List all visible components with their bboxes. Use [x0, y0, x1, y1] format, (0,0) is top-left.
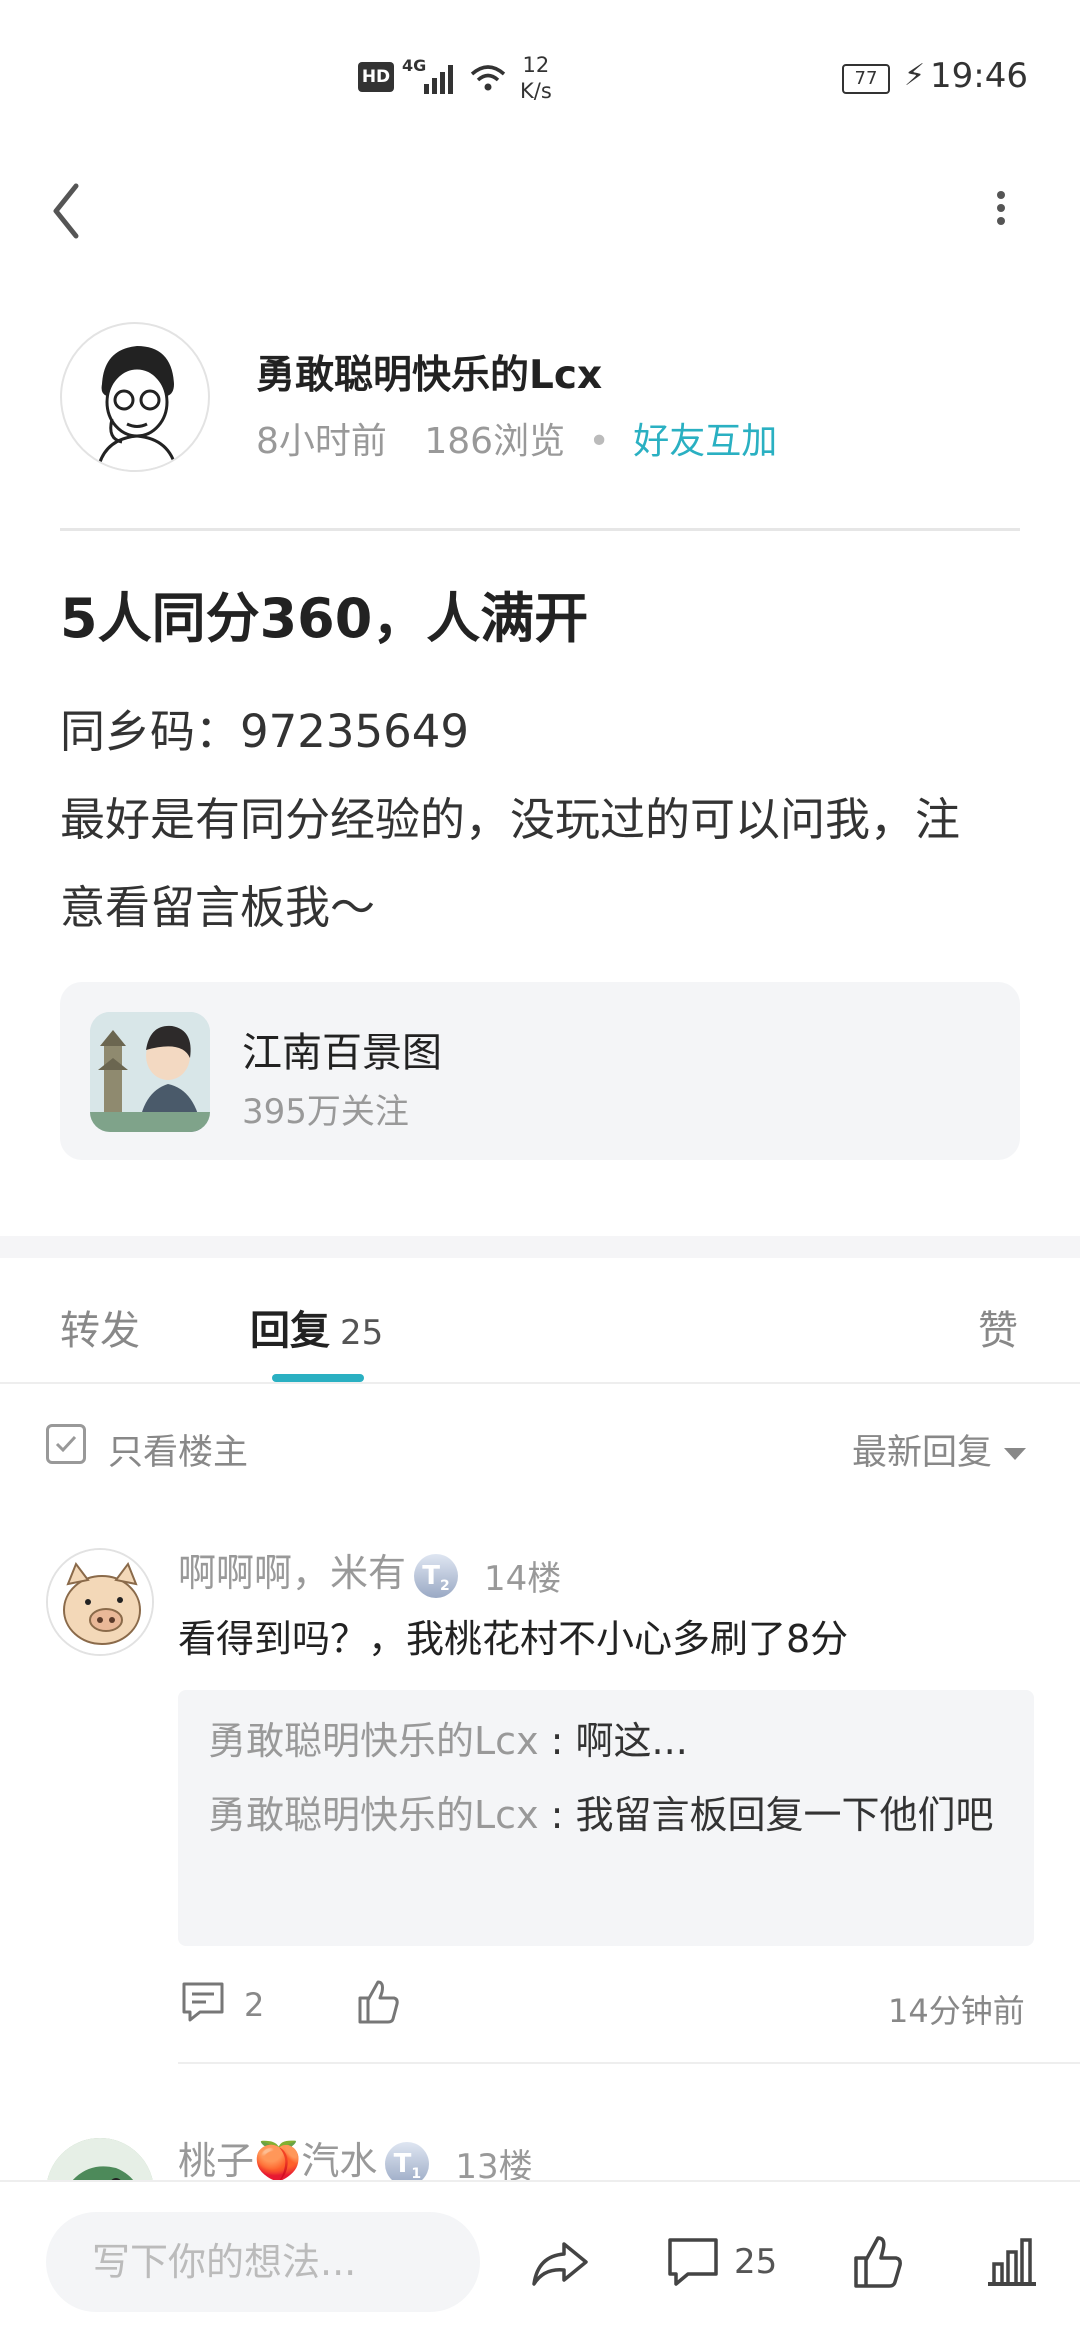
only-owner-checkbox[interactable]	[46, 1424, 86, 1464]
share-icon[interactable]	[530, 2238, 590, 2290]
sub-reply-text: 我留言板回复一下他们吧	[575, 1793, 994, 1837]
charging-icon: ⚡	[904, 58, 926, 93]
tab-reply-label: 回复	[250, 1308, 330, 1354]
commenter-name[interactable]: 啊啊啊，米有	[178, 1551, 406, 1595]
comment-reply-icon[interactable]	[180, 1980, 226, 2024]
commenter-name[interactable]: 桃子🍑汽水	[178, 2139, 377, 2183]
topic-card[interactable]: 江南百景图 395万关注	[60, 982, 1020, 1160]
thumbs-up-icon[interactable]	[850, 2234, 904, 2290]
sub-reply-user[interactable]: 勇敢聪明快乐的Lcx	[208, 1793, 539, 1837]
sub-replies[interactable]: 勇敢聪明快乐的Lcx : 啊这... 勇敢聪明快乐的Lcx : 我留言板回复一下…	[178, 1690, 1034, 1946]
bottom-action-bar: 写下你的想法... 25	[0, 2180, 1080, 2340]
post-time: 8小时前	[256, 421, 387, 462]
status-bar: HD 4G 12 K/s 77 ⚡ 19:46	[0, 0, 1080, 150]
wifi-icon	[470, 65, 506, 91]
signal-icon	[424, 65, 453, 94]
topic-followers: 395万关注	[242, 1092, 409, 1132]
back-arrow-icon[interactable]	[42, 176, 92, 246]
level-badge-icon: T1	[385, 2141, 430, 2186]
sub-reply: 勇敢聪明快乐的Lcx : 我留言板回复一下他们吧	[208, 1793, 994, 1837]
post-meta: 8小时前 186浏览 • 好友互加	[256, 412, 777, 464]
topic-name: 江南百景图	[242, 1030, 442, 1076]
author-name[interactable]: 勇敢聪明快乐的Lcx	[256, 344, 602, 400]
tab-forward[interactable]: 转发	[60, 1298, 140, 1356]
body-line: 同乡码：97235649	[60, 705, 470, 758]
divider	[178, 2062, 1080, 2064]
sort-label: 最新回复	[852, 1433, 993, 1473]
post-title: 5人同分360，人满开	[60, 587, 589, 650]
separator-dot: •	[588, 421, 610, 462]
view-count: 186浏览	[424, 421, 566, 462]
comment-input[interactable]: 写下你的想法...	[46, 2212, 480, 2312]
section-separator	[0, 1236, 1080, 1258]
comment-count: 25	[734, 2242, 778, 2282]
net-speed: 12 K/s	[520, 53, 552, 103]
level-badge-icon: T2	[414, 1553, 459, 1598]
tab-like[interactable]: 赞	[978, 1298, 1018, 1356]
body-line: 意看留言板我～	[60, 881, 376, 934]
comment-text: 看得到吗？，我桃花村不小心多刷了8分	[178, 1617, 849, 1661]
chevron-down-icon	[1004, 1448, 1027, 1460]
author-avatar[interactable]	[60, 322, 210, 472]
commenter-name-row: 啊啊啊，米有 T2 14楼	[178, 1542, 561, 1600]
commenter-avatar[interactable]	[46, 1548, 154, 1656]
floor-number: 14楼	[484, 1559, 562, 1599]
stats-icon[interactable]	[986, 2236, 1038, 2288]
hd-icon: HD	[358, 62, 394, 92]
divider	[60, 528, 1020, 531]
body-line: 最好是有同分经验的，没玩过的可以问我，注	[60, 793, 961, 846]
post-body: 同乡码：97235649 最好是有同分经验的，没玩过的可以问我，注 意看留言板我…	[60, 688, 1030, 952]
sub-reply-user[interactable]: 勇敢聪明快乐的Lcx	[208, 1719, 539, 1763]
comment-time: 14分钟前	[888, 1992, 1025, 2030]
more-options-icon[interactable]	[986, 186, 1016, 236]
sub-reply-text: 啊这...	[575, 1719, 688, 1763]
friend-tag[interactable]: 好友互加	[633, 421, 777, 462]
active-tab-indicator	[272, 1374, 364, 1382]
thumbs-up-icon[interactable]	[354, 1978, 402, 2026]
sub-reply: 勇敢聪明快乐的Lcx : 啊这...	[208, 1719, 688, 1763]
comment-icon[interactable]	[666, 2236, 720, 2290]
comment-reply-count: 2	[244, 1986, 265, 2024]
topic-icon	[90, 1012, 210, 1132]
reply-count: 25	[340, 1313, 384, 1353]
battery-icon: 77	[842, 64, 890, 94]
divider	[0, 1382, 1080, 1384]
clock: 19:46	[930, 56, 1028, 96]
sort-dropdown[interactable]: 最新回复	[852, 1424, 1027, 1475]
tab-reply[interactable]: 回复 25	[250, 1298, 383, 1356]
only-owner-label[interactable]: 只看楼主	[108, 1424, 248, 1475]
